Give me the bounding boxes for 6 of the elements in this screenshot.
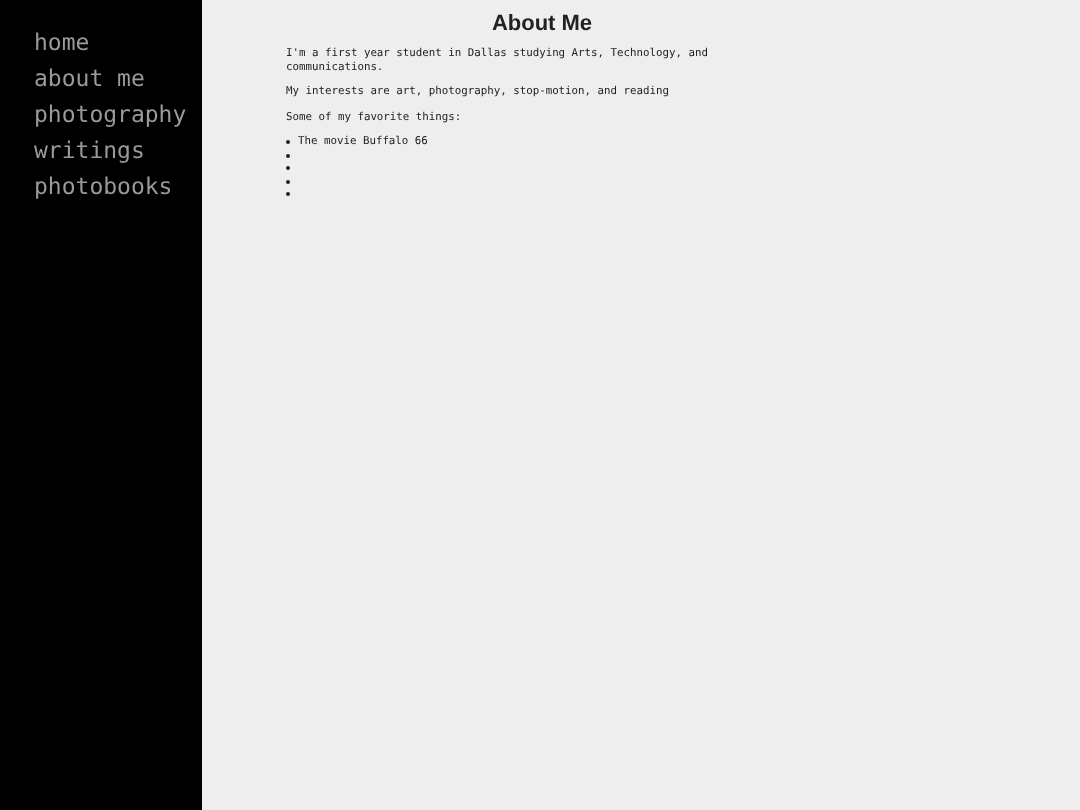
- nav-link[interactable]: photobooks: [34, 168, 173, 204]
- page-heading: About Me: [491, 12, 593, 36]
- nav-link[interactable]: writings: [34, 132, 145, 168]
- nav-link[interactable]: about me: [34, 60, 145, 96]
- nav-link[interactable]: photography: [34, 96, 187, 132]
- nav-link[interactable]: home: [34, 24, 90, 60]
